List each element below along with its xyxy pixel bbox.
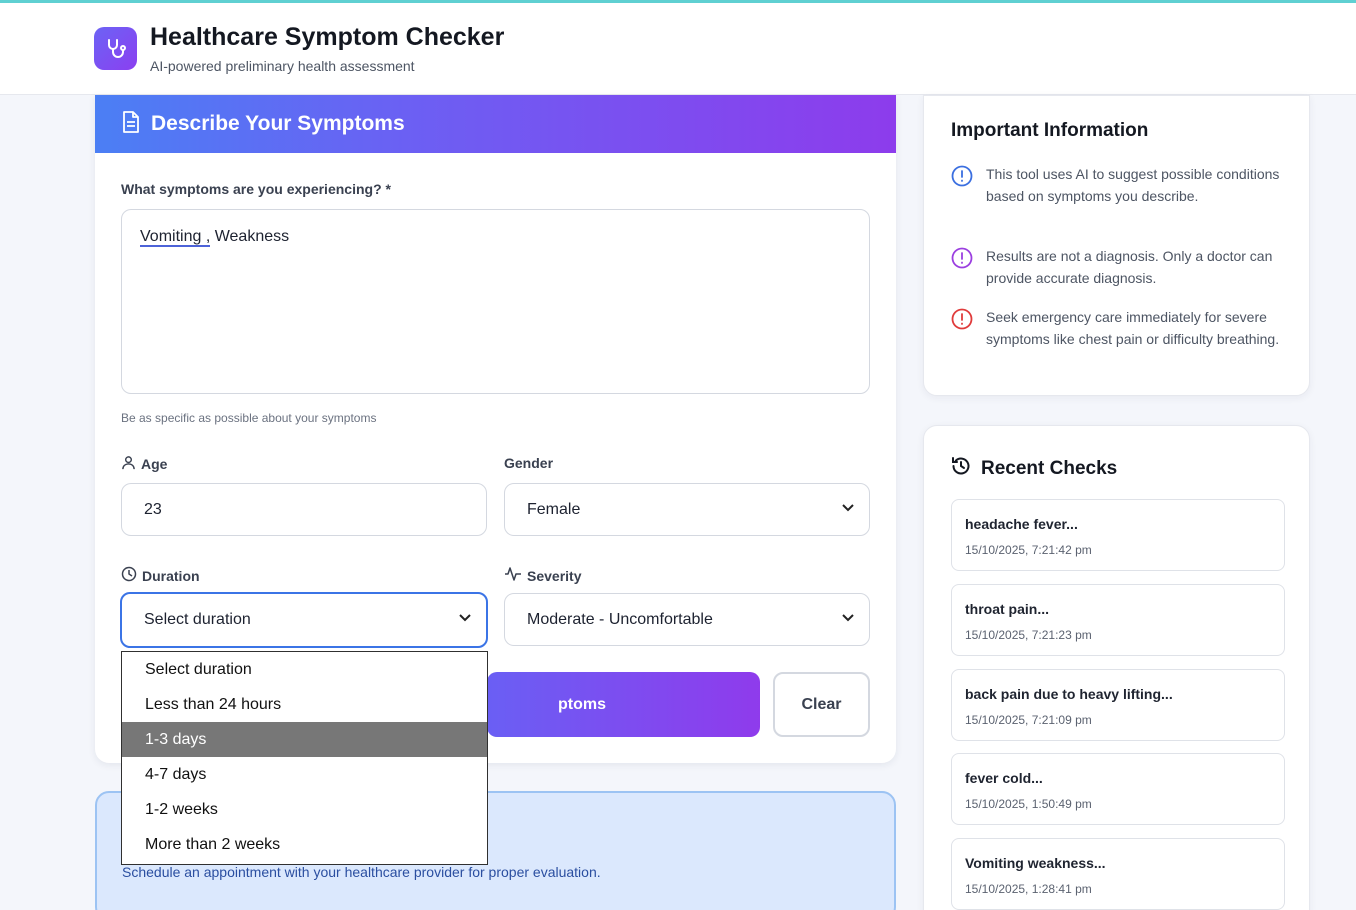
recent-check-date: 15/10/2025, 1:28:41 pm	[965, 882, 1092, 896]
duration-option[interactable]: 4-7 days	[122, 757, 487, 792]
recent-check-title: fever cold...	[965, 770, 1043, 786]
recent-check-title: back pain due to heavy lifting...	[965, 686, 1173, 702]
severity-value: Moderate - Uncomfortable	[527, 610, 713, 628]
duration-option-highlighted[interactable]: 1-3 days	[122, 722, 487, 757]
gender-value: Female	[527, 500, 581, 518]
symptom-word-vomiting: Vomiting ,	[140, 228, 211, 247]
duration-label-group: Duration	[121, 566, 200, 585]
alert-circle-icon	[951, 308, 973, 350]
severity-label-group: Severity	[504, 566, 581, 585]
document-icon	[121, 110, 141, 138]
duration-option[interactable]: Select duration	[122, 652, 487, 687]
duration-option[interactable]: Less than 24 hours	[122, 687, 487, 722]
app-subtitle: AI-powered preliminary health assessment	[150, 58, 415, 74]
app-title: Healthcare Symptom Checker	[150, 23, 505, 51]
info-item-text: Results are not a diagnosis. Only a doct…	[986, 248, 1273, 286]
user-icon	[121, 455, 136, 473]
stethoscope-icon	[94, 27, 137, 70]
gender-select[interactable]: Female	[504, 483, 870, 536]
info-heading: Important Information	[951, 120, 1149, 141]
info-item: This tool uses AI to suggest possible co…	[951, 163, 1291, 207]
symptoms-textarea[interactable]: Vomiting , Weakness	[121, 209, 870, 394]
duration-label: Duration	[142, 567, 200, 584]
recent-check-date: 15/10/2025, 7:21:42 pm	[965, 543, 1092, 557]
chevron-down-icon	[458, 611, 472, 630]
recent-check-title: throat pain...	[965, 601, 1049, 617]
gender-label: Gender	[504, 455, 554, 471]
info-circle-icon	[951, 165, 973, 207]
age-label-group: Age	[121, 455, 167, 473]
symptoms-label: What symptoms are you experiencing? *	[121, 181, 391, 197]
recent-check-title: Vomiting weakness...	[965, 855, 1106, 871]
symptom-word-weakness: Weakness	[210, 228, 290, 245]
chevron-down-icon	[841, 501, 855, 520]
recent-check-item[interactable]: fever cold... 15/10/2025, 1:50:49 pm	[951, 753, 1285, 825]
analyze-symptoms-button[interactable]: ptoms	[487, 672, 760, 737]
recent-check-date: 15/10/2025, 7:21:23 pm	[965, 628, 1092, 642]
advice-text: Schedule an appointment with your health…	[122, 864, 601, 880]
duration-option[interactable]: More than 2 weeks	[122, 827, 487, 862]
info-item-text: This tool uses AI to suggest possible co…	[986, 166, 1280, 204]
severity-label: Severity	[527, 567, 582, 584]
age-value: 23	[144, 500, 162, 518]
recent-check-item[interactable]: throat pain... 15/10/2025, 7:21:23 pm	[951, 584, 1285, 656]
info-item: Results are not a diagnosis. Only a doct…	[951, 245, 1291, 289]
recent-check-item[interactable]: headache fever... 15/10/2025, 7:21:42 pm	[951, 499, 1285, 571]
recent-heading-group: Recent Checks	[951, 456, 1117, 482]
form-heading: Describe Your Symptoms	[151, 112, 405, 135]
info-item: Seek emergency care immediately for seve…	[951, 306, 1291, 350]
recent-heading: Recent Checks	[981, 458, 1118, 479]
duration-select[interactable]: Select duration	[120, 592, 488, 648]
info-circle-icon	[951, 247, 973, 289]
recent-checks-card: Recent Checks headache fever... 15/10/20…	[923, 425, 1310, 910]
recent-check-title: headache fever...	[965, 516, 1078, 532]
activity-icon	[504, 566, 522, 585]
duration-option[interactable]: 1-2 weeks	[122, 792, 487, 827]
info-item-text: Seek emergency care immediately for seve…	[986, 309, 1280, 347]
app-header: Healthcare Symptom Checker AI-powered pr…	[0, 3, 1356, 95]
chevron-down-icon	[841, 611, 855, 630]
duration-value: Select duration	[144, 611, 251, 628]
recent-check-item[interactable]: back pain due to heavy lifting... 15/10/…	[951, 669, 1285, 741]
severity-select[interactable]: Moderate - Uncomfortable	[504, 593, 870, 646]
important-info-card: Important Information This tool uses AI …	[923, 95, 1310, 396]
recent-check-date: 15/10/2025, 7:21:09 pm	[965, 713, 1092, 727]
recent-check-item[interactable]: Vomiting weakness... 15/10/2025, 1:28:41…	[951, 838, 1285, 910]
clear-button[interactable]: Clear	[773, 672, 870, 737]
history-icon	[951, 456, 971, 482]
form-card-header: Describe Your Symptoms	[95, 95, 896, 153]
recent-check-date: 15/10/2025, 1:50:49 pm	[965, 797, 1092, 811]
age-label: Age	[141, 456, 168, 472]
age-input[interactable]: 23	[121, 483, 487, 536]
duration-dropdown-list: Select duration Less than 24 hours 1-3 d…	[121, 651, 488, 865]
clock-icon	[121, 566, 137, 585]
symptoms-hint: Be as specific as possible about your sy…	[121, 411, 377, 425]
analyze-button-label: ptoms	[558, 695, 606, 713]
